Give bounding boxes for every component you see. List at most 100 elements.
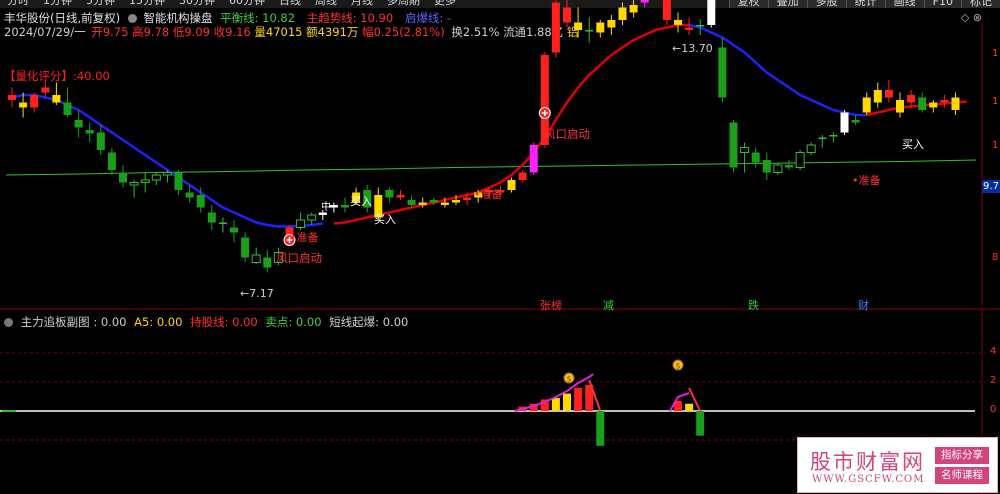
sub-a5-value: A5: 0.00: [134, 315, 183, 329]
stock-chart-window: 分时 1分钟 5分钟 15分钟 30分钟 60分钟 日线 周线 月线 多周期 更…: [0, 0, 1000, 494]
candle-body: [818, 137, 827, 139]
candle-body: [785, 165, 793, 168]
candle-body: [940, 100, 949, 103]
candle-body: [151, 174, 161, 181]
candle-body: [851, 120, 860, 123]
candle-body: [951, 97, 960, 110]
candle-body: [529, 145, 538, 173]
candle-body: [551, 2, 560, 53]
trend-line-down: [688, 23, 867, 117]
candle-body: [296, 219, 306, 228]
trend-line-down: [11, 93, 323, 228]
candle-body: [585, 30, 594, 32]
candle-body: [129, 182, 139, 186]
candle-body: [8, 95, 16, 100]
candle-body: [85, 130, 94, 134]
low-price-label: ←7.17: [240, 287, 274, 300]
candle-body: [19, 102, 28, 108]
candle-body: [140, 179, 150, 183]
sub-bar: [596, 411, 605, 446]
candle-body: [452, 200, 460, 203]
high-price-label: ←13.70: [672, 42, 713, 55]
signal-label-prepare: •准备: [474, 188, 503, 201]
candle-body: [685, 27, 694, 30]
event-marker[interactable]: 减: [603, 297, 614, 313]
sub-settings-icon[interactable]: [4, 318, 13, 327]
balance-line: [5, 159, 977, 176]
candle-body: [729, 122, 738, 168]
axis-tick: 8: [992, 252, 999, 263]
candle-body: [574, 22, 583, 30]
candle-body: [96, 132, 105, 150]
sub-bar: [563, 393, 571, 411]
candle-body: [263, 257, 272, 268]
candle-body: [773, 164, 783, 173]
candle-body: [241, 237, 250, 258]
sub-axis-tick: 4: [990, 346, 997, 357]
candle-body: [119, 172, 127, 183]
sub-panel-value: : 0.00: [93, 315, 127, 329]
candle-body: [429, 200, 438, 203]
sub-hold-value: 持股线: 0.00: [190, 315, 258, 329]
candle-body: [696, 25, 705, 27]
watermark-tag: 指标分享: [935, 447, 989, 464]
candle-body: [74, 120, 83, 128]
signal-label-zhong: 中: [321, 202, 331, 213]
sub-panel-header: 主力追板副图 : 0.00 A5: 0.00 持股线: 0.00 卖点: 0.0…: [4, 314, 408, 330]
sub-bar: [696, 411, 705, 436]
candle-body: [218, 222, 227, 224]
candle-body: [740, 147, 750, 153]
event-marker[interactable]: 张榜: [540, 297, 562, 313]
candle-body: [751, 152, 760, 163]
candle-body: [884, 90, 893, 98]
axis-tick: 1: [992, 96, 999, 107]
signal-label-prepare: •准备: [290, 231, 319, 244]
signal-label-buy: 买入: [902, 138, 924, 151]
candle-body: [307, 214, 317, 221]
candle-body: [862, 97, 871, 113]
candle-body: [162, 172, 172, 176]
sub-bar: [574, 387, 583, 411]
sub-axis-tick: 2: [990, 375, 997, 386]
candle-body: [718, 47, 727, 98]
signal-label-wind: 风口启动: [544, 127, 590, 141]
current-price-tag: 9.7: [982, 180, 1000, 193]
sub-sell-value: 卖点: 0.00: [265, 315, 322, 329]
candle-body: [196, 195, 205, 208]
candle-body: [829, 135, 838, 137]
event-marker[interactable]: 跌: [748, 297, 759, 313]
sub-panel-name[interactable]: 主力追板副图: [21, 315, 90, 329]
watermark-site: WWW.GSCFW.COM: [812, 474, 925, 485]
candle-body: [185, 192, 194, 198]
candle-body: [174, 172, 183, 190]
signal-label-buy: 买入: [350, 195, 372, 208]
sub-short-value: 短线起爆: 0.00: [329, 315, 409, 329]
candle-body: [463, 197, 472, 200]
signal-label-prepare: •准备: [852, 174, 881, 187]
candle-body: [607, 20, 616, 28]
candle-body: [230, 227, 238, 233]
candle-body: [207, 212, 216, 223]
candle-body: [918, 97, 927, 110]
candle-body: [596, 22, 605, 33]
candle-body: [329, 205, 338, 208]
candle-body: [707, 0, 716, 25]
candle-body: [795, 152, 805, 168]
candle-body: [629, 5, 638, 13]
watermark-logo: 股市财富网 WWW.GSCFW.COM 指标分享 名师课程: [797, 437, 998, 493]
watermark-tag: 名师课程: [935, 467, 989, 484]
candle-body: [30, 95, 39, 108]
candle-body: [873, 90, 882, 103]
candle-body: [674, 20, 682, 25]
money-bag-icon: $: [675, 362, 680, 371]
candle-body: [840, 112, 849, 133]
candle-body: [518, 172, 527, 180]
candle-body: [440, 202, 449, 205]
candle-body: [341, 205, 349, 208]
candle-body: [896, 100, 904, 113]
candle-body: [63, 102, 72, 115]
candle-body: [662, 0, 671, 20]
money-bag-icon: $: [566, 375, 571, 384]
candle-body: [762, 160, 771, 173]
event-marker[interactable]: 财: [858, 297, 869, 313]
